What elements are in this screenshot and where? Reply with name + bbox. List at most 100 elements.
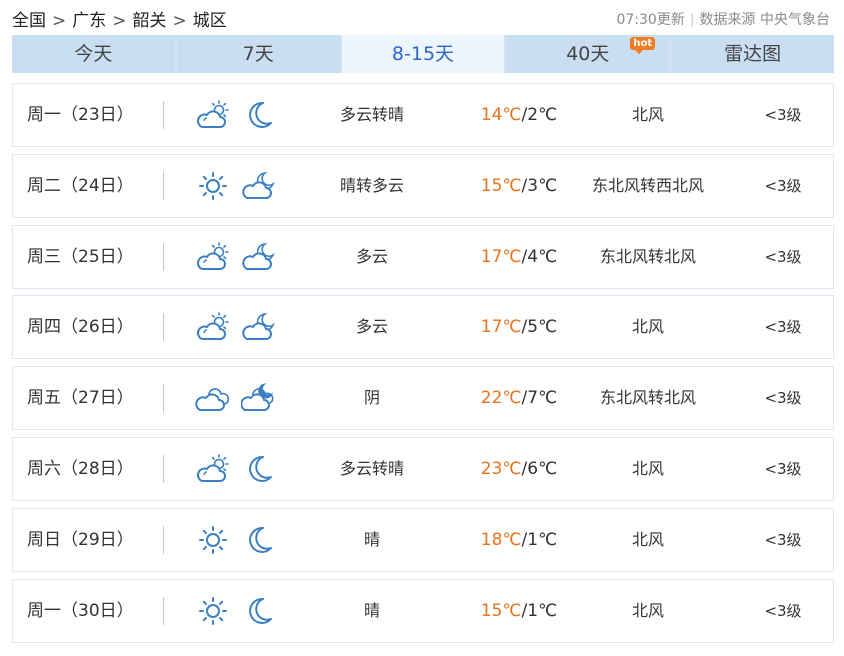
forecast-row: 周五（27日） 阴 22℃/7℃ 东北风转北风 <3级 <box>12 366 834 431</box>
sun-icon <box>195 595 231 627</box>
breadcrumb-item-province[interactable]: 广东 <box>72 11 106 31</box>
partly-cloudy-day-icon <box>195 311 231 343</box>
tab-today[interactable]: 今天 <box>12 35 175 73</box>
wind-direction: 北风 <box>631 459 664 478</box>
temp-low: 3℃ <box>527 175 558 196</box>
tab-label: 7天 <box>242 43 274 65</box>
sun-icon <box>195 524 231 556</box>
wind-direction: 东北风转西北风 <box>591 175 704 195</box>
breadcrumb-item-country[interactable]: 全国 <box>12 11 46 31</box>
data-source: 数据来源 中央气象台 <box>699 12 830 28</box>
temp-high: 14℃ <box>480 105 522 125</box>
weather-condition: 多云转晴 <box>339 105 404 124</box>
overcast-cloud-icon <box>195 382 231 414</box>
day-label: 周三（25日） <box>27 246 134 267</box>
hot-badge: hot <box>630 37 656 54</box>
divider <box>163 525 164 554</box>
tab-label: 8-15天 <box>391 43 455 65</box>
divider <box>163 101 164 129</box>
day-label: 周四（26日） <box>27 317 134 338</box>
temperature: 14℃/2℃ <box>459 84 579 146</box>
breadcrumb: 全国 > 广东 > 韶关 > 城区 <box>12 6 227 31</box>
temperature: 15℃/1℃ <box>459 580 579 642</box>
weather-condition: 多云转晴 <box>339 459 404 478</box>
partly-cloudy-night-icon <box>241 170 277 202</box>
temperature: 23℃/6℃ <box>459 438 579 500</box>
wind-direction: 东北风转北风 <box>599 246 696 266</box>
temp-high: 17℃ <box>480 246 522 267</box>
wind-level: <3级 <box>764 530 802 549</box>
divider <box>163 596 164 625</box>
forecast-row: 周一（30日） 晴 15℃/1℃ 北风 <3级 <box>12 578 834 643</box>
tab-label: 今天 <box>74 43 113 65</box>
overcast-night-icon <box>240 382 277 414</box>
breadcrumb-item-district: 城区 <box>192 11 227 31</box>
tab-label: 40天 <box>566 43 610 65</box>
day-label: 周五（27日） <box>27 388 134 409</box>
temp-low: 2℃ <box>527 105 558 125</box>
wind-level: <3级 <box>764 176 802 195</box>
tab-40-days[interactable]: 40天 hot <box>506 35 670 73</box>
tab-7-days[interactable]: 7天 <box>176 35 340 73</box>
temp-low: 1℃ <box>527 529 558 550</box>
temp-low: 7℃ <box>527 388 558 409</box>
divider <box>163 242 164 271</box>
tab-label: 雷达图 <box>724 43 782 65</box>
wind-direction: 北风 <box>631 600 664 620</box>
day-label: 周一（23日） <box>27 105 134 125</box>
temperature: 15℃/3℃ <box>459 155 579 217</box>
update-time: 07:30更新 <box>616 12 685 28</box>
breadcrumb-separator: > <box>52 11 67 31</box>
weather-condition: 晴 <box>363 600 380 620</box>
breadcrumb-separator: > <box>112 11 127 31</box>
forecast-row: 周日（29日） 晴 18℃/1℃ 北风 <3级 <box>12 507 834 572</box>
temperature: 18℃/1℃ <box>459 509 579 571</box>
forecast-tabs: 今天 7天 8-15天 40天 hot 雷达图 <box>12 35 834 73</box>
sun-icon <box>195 170 231 202</box>
divider <box>163 455 164 483</box>
update-info: 07:30更新 | 数据来源 中央气象台 <box>616 9 830 29</box>
moon-icon <box>241 453 277 485</box>
wind-level: <3级 <box>764 247 802 266</box>
breadcrumb-separator: > <box>172 11 187 31</box>
temp-high: 18℃ <box>480 529 522 550</box>
forecast-row: 周一（23日） 多云转晴 14℃/2℃ 北风 <3级 <box>12 83 834 147</box>
wind-direction: 北风 <box>631 317 664 337</box>
wind-direction: 东北风转北风 <box>599 388 696 408</box>
moon-icon <box>241 99 277 131</box>
wind-level: <3级 <box>764 460 802 478</box>
partly-cloudy-day-icon <box>195 99 231 131</box>
divider <box>163 313 164 342</box>
partly-cloudy-day-icon <box>195 453 231 485</box>
weather-condition: 晴转多云 <box>339 175 404 195</box>
divider: | <box>689 12 695 28</box>
moon-icon <box>241 524 277 556</box>
wind-direction: 北风 <box>631 529 664 549</box>
temp-high: 23℃ <box>480 459 522 479</box>
day-label: 周日（29日） <box>27 529 134 550</box>
temp-low: 4℃ <box>527 246 558 267</box>
temp-low: 1℃ <box>527 600 558 621</box>
day-label: 周二（24日） <box>27 175 134 196</box>
temp-low: 6℃ <box>527 459 558 479</box>
temperature: 17℃/4℃ <box>459 226 579 288</box>
partly-cloudy-day-icon <box>195 241 231 273</box>
weather-condition: 多云 <box>355 246 388 266</box>
partly-cloudy-night-icon <box>241 241 277 273</box>
temp-high: 22℃ <box>480 388 522 409</box>
tab-radar[interactable]: 雷达图 <box>671 35 834 73</box>
temp-high: 17℃ <box>480 317 522 338</box>
forecast-row: 周六（28日） 多云转晴 23℃/6℃ 北风 <3级 <box>12 437 834 501</box>
divider <box>163 384 164 413</box>
moon-icon <box>241 595 277 627</box>
day-label: 周一（30日） <box>27 600 134 621</box>
divider <box>163 171 164 200</box>
forecast-row: 周四（26日） 多云 17℃/5℃ 北风 <3级 <box>12 295 834 360</box>
weather-condition: 阴 <box>363 388 380 408</box>
breadcrumb-item-city[interactable]: 韶关 <box>133 11 167 31</box>
tab-8-15-days[interactable]: 8-15天 <box>341 35 505 73</box>
day-label: 周六（28日） <box>27 459 134 479</box>
temp-high: 15℃ <box>480 175 522 196</box>
forecast-row: 周二（24日） 晴转多云 15℃/3℃ 东北风转西北风 <3级 <box>12 153 834 218</box>
weather-condition: 晴 <box>363 529 380 549</box>
